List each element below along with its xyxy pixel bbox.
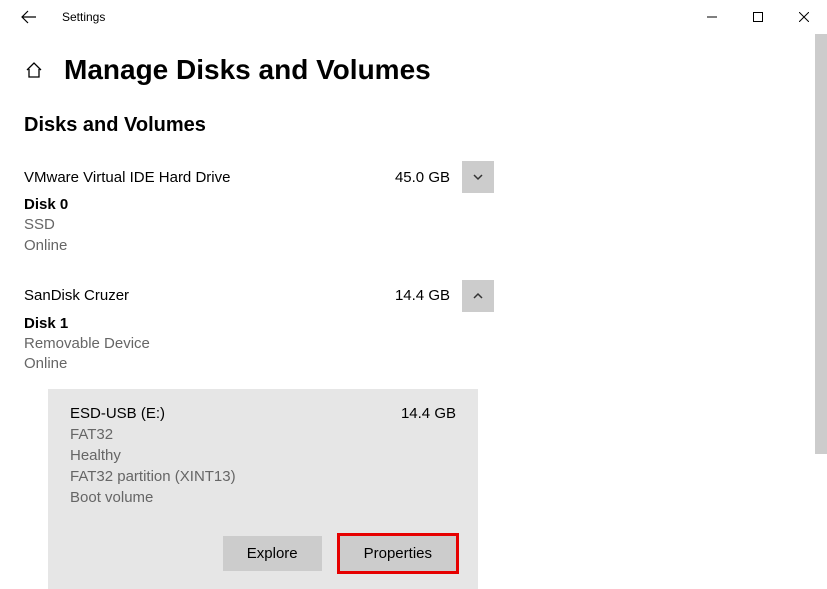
close-button[interactable] xyxy=(781,1,827,33)
disk-name: SanDisk Cruzer xyxy=(24,287,370,304)
minimize-icon xyxy=(707,12,717,22)
disk-meta: Disk 0 SSD Online xyxy=(24,195,803,256)
window-buttons xyxy=(689,1,827,33)
disk-size: 45.0 GB xyxy=(370,169,450,186)
title-bar: Settings xyxy=(0,0,827,34)
disk-row[interactable]: SanDisk Cruzer 14.4 GB xyxy=(24,280,494,312)
volume-partition: FAT32 partition (XINT13) xyxy=(70,466,456,487)
scroll-thumb[interactable] xyxy=(815,34,827,454)
home-button[interactable] xyxy=(24,60,44,80)
disk-entry: VMware Virtual IDE Hard Drive 45.0 GB Di… xyxy=(24,161,803,256)
main-content: Disks and Volumes VMware Virtual IDE Har… xyxy=(0,114,827,589)
collapse-button[interactable] xyxy=(462,280,494,312)
volume-panel: ESD-USB (E:) 14.4 GB FAT32 Healthy FAT32… xyxy=(48,389,478,589)
page-header: Manage Disks and Volumes xyxy=(0,34,827,114)
page-title: Manage Disks and Volumes xyxy=(64,54,431,86)
back-arrow-icon xyxy=(21,9,37,25)
maximize-button[interactable] xyxy=(735,1,781,33)
volume-role: Boot volume xyxy=(70,487,456,508)
window-title: Settings xyxy=(62,10,105,24)
chevron-down-icon xyxy=(471,170,485,184)
explore-button[interactable]: Explore xyxy=(223,536,322,571)
volume-meta: FAT32 Healthy FAT32 partition (XINT13) B… xyxy=(70,424,456,508)
disk-entry: SanDisk Cruzer 14.4 GB Disk 1 Removable … xyxy=(24,280,803,589)
disk-status: Online xyxy=(24,354,803,374)
disk-size: 14.4 GB xyxy=(370,287,450,304)
close-icon xyxy=(799,12,809,22)
disk-id: Disk 1 xyxy=(24,314,803,334)
volume-fs: FAT32 xyxy=(70,424,456,445)
properties-button[interactable]: Properties xyxy=(340,536,456,571)
chevron-up-icon xyxy=(471,289,485,303)
disk-meta: Disk 1 Removable Device Online xyxy=(24,314,803,375)
disk-status: Online xyxy=(24,236,803,256)
disk-type: Removable Device xyxy=(24,334,803,354)
disk-row[interactable]: VMware Virtual IDE Hard Drive 45.0 GB xyxy=(24,161,494,193)
volume-actions: Explore Properties xyxy=(70,536,456,571)
maximize-icon xyxy=(753,12,763,22)
disk-id: Disk 0 xyxy=(24,195,803,215)
section-title: Disks and Volumes xyxy=(24,114,803,137)
home-icon xyxy=(24,60,44,80)
volume-row: ESD-USB (E:) 14.4 GB xyxy=(70,405,456,422)
volume-name: ESD-USB (E:) xyxy=(70,405,401,422)
scrollbar[interactable] xyxy=(815,34,827,562)
disk-name: VMware Virtual IDE Hard Drive xyxy=(24,169,370,186)
back-button[interactable] xyxy=(18,6,40,28)
expand-button[interactable] xyxy=(462,161,494,193)
scroll-track xyxy=(815,34,827,562)
disk-type: SSD xyxy=(24,215,803,235)
volume-size: 14.4 GB xyxy=(401,405,456,422)
volume-health: Healthy xyxy=(70,445,456,466)
minimize-button[interactable] xyxy=(689,1,735,33)
